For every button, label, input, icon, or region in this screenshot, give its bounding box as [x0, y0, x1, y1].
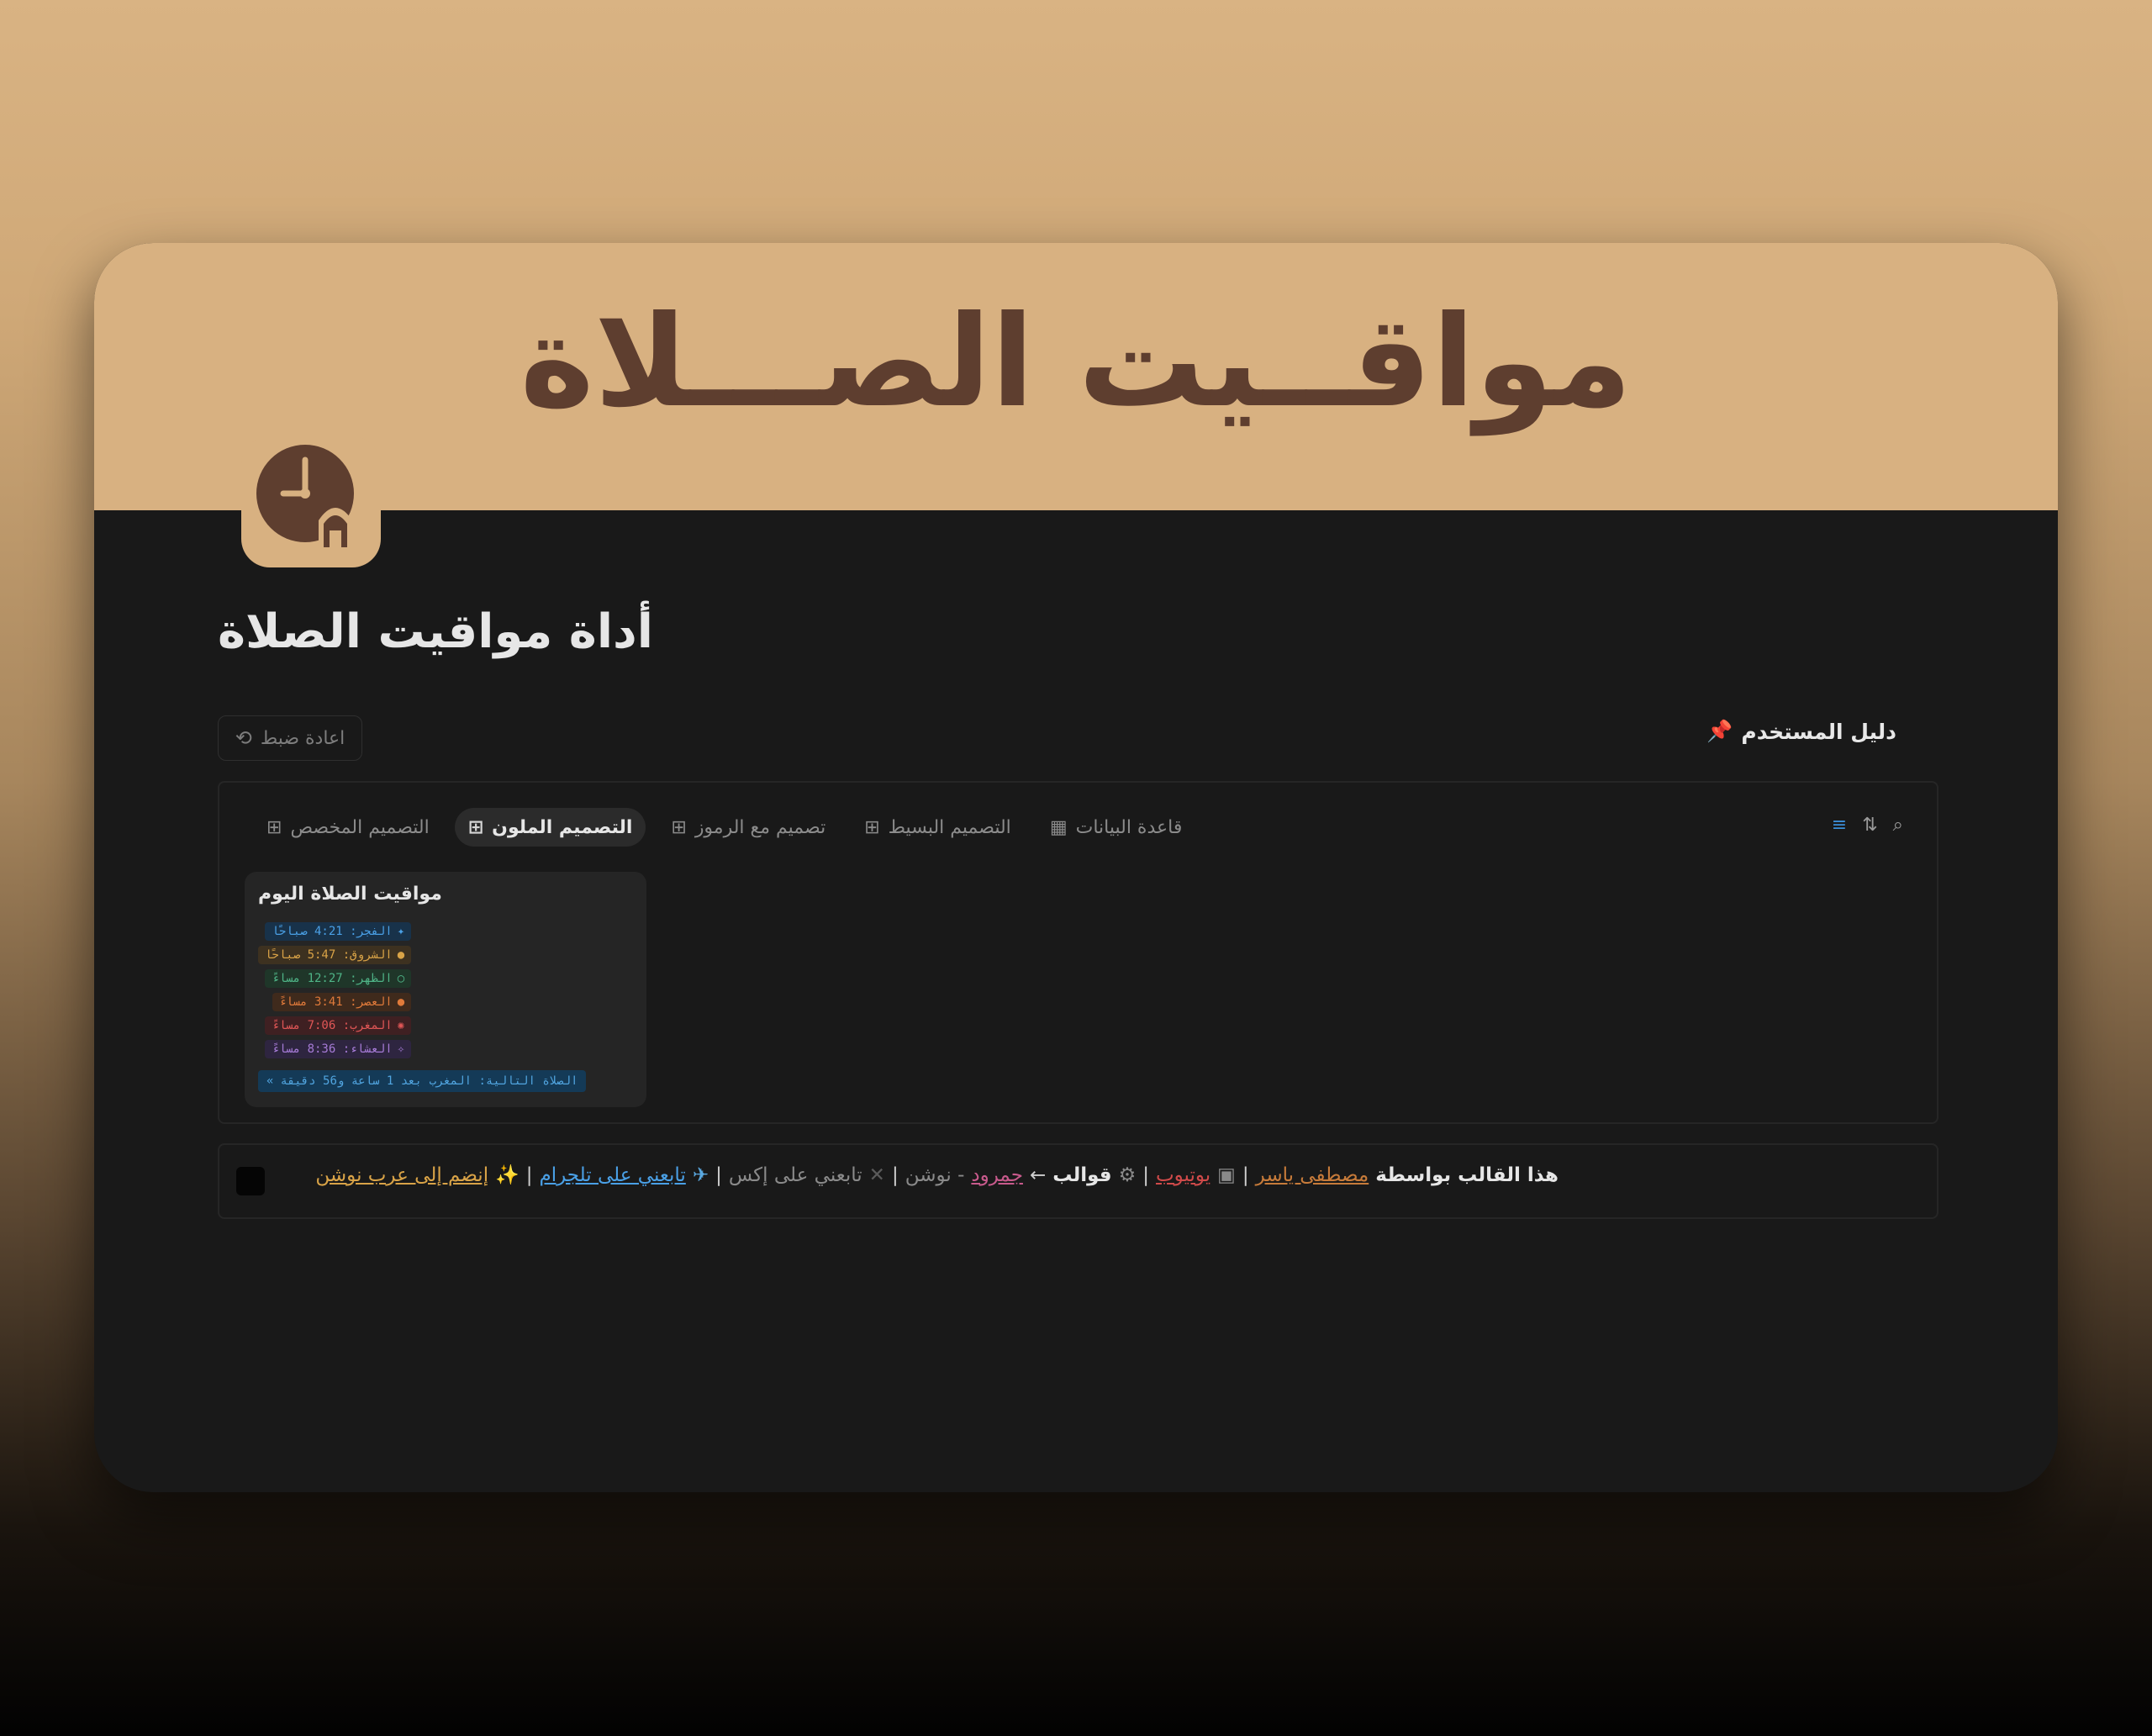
arrow-icon: ← [1029, 1163, 1047, 1186]
dot-icon: ● [397, 995, 405, 1009]
prayer-text: المغرب: 7:06 مساءً [272, 1019, 393, 1032]
grid-icon: ⊞ [467, 816, 484, 838]
tab-label: قاعدة البيانات [1075, 816, 1183, 838]
pin-icon: 📌 [1706, 719, 1733, 743]
templates-label: قوالب [1052, 1163, 1112, 1186]
prayer-isha: ✧ العشاء: 8:36 مساءً [265, 1040, 412, 1058]
prayer-text: الظهر: 12:27 مساءً [272, 972, 393, 985]
grid-icon: ⊞ [671, 816, 687, 838]
view-tabs: قاعدة البيانات ▦ التصميم البسيط ⊞ تصميم … [253, 808, 1195, 847]
cover-banner: مواقــيت الصـــلاة [94, 243, 2058, 510]
gumroad-link[interactable]: جمرود [971, 1164, 1023, 1186]
separator: | [715, 1163, 722, 1186]
tab-colored-design[interactable]: التصميم الملون ⊞ [454, 808, 646, 847]
tab-icons-design[interactable]: تصميم مع الرموز ⊞ [657, 808, 839, 847]
tab-label: التصميم المخصص [290, 816, 430, 838]
tab-label: التصميم البسيط [888, 816, 1011, 838]
search-icon[interactable]: ⌕ [1893, 815, 1903, 836]
bell-icon: » [266, 1074, 274, 1088]
separator: | [1242, 1163, 1249, 1186]
x-follow-link[interactable]: تابعني على إكس [729, 1164, 862, 1186]
database-view: قاعدة البيانات ▦ التصميم البسيط ⊞ تصميم … [218, 781, 1938, 1124]
next-prayer-badge: الصلاة التالية: المغرب بعد 1 ساعة و56 دق… [258, 1070, 587, 1092]
user-guide-link[interactable]: دليل المستخدم 📌 [1706, 719, 1896, 744]
prayer-list: ✦ الفجر: 4:21 صباحًا ● الشروق: 5:47 صباحًا… [258, 922, 412, 1063]
filter-icon[interactable]: ≡ [1832, 815, 1847, 836]
prayer-dhuhr: ○ الظهر: 12:27 مساءً [265, 969, 412, 988]
tab-custom-design[interactable]: التصميم المخصص ⊞ [253, 808, 443, 847]
credits-by: هذا القالب بواسطة [1375, 1163, 1559, 1186]
sparkle-icon: ✧ [397, 1042, 405, 1056]
prayer-text: الشروق: 5:47 صباحًا [265, 948, 393, 962]
circle-icon: ○ [397, 972, 405, 985]
telegram-icon: ✈ [692, 1163, 709, 1186]
prayer-times-card[interactable]: مواقيت الصلاة اليوم ✦ الفجر: 4:21 صباحًا … [245, 872, 646, 1107]
author-link[interactable]: مصطفى ياسر [1256, 1164, 1369, 1186]
credits-bar: هذا القالب بواسطة مصطفى ياسر | ▣ يوتيوب … [218, 1143, 1938, 1219]
grid-icon: ⊞ [864, 816, 880, 838]
clock-mosque-icon[interactable] [241, 436, 381, 567]
reset-label: اعادة ضبط [260, 727, 345, 749]
x-icon: ✕ [868, 1163, 885, 1186]
separator: | [525, 1163, 533, 1186]
gear-icon: ⚙ [1118, 1163, 1137, 1186]
youtube-icon: ▣ [1217, 1163, 1236, 1186]
telegram-link[interactable]: تابعني على تلجرام [539, 1164, 685, 1186]
tab-label: تصميم مع الرموز [694, 816, 826, 838]
prayer-fajr: ✦ الفجر: 4:21 صباحًا [265, 922, 412, 941]
prayer-maghrib: ✺ المغرب: 7:06 مساءً [265, 1016, 412, 1035]
card-title-text: مواقيت الصلاة اليوم [258, 884, 442, 905]
history-icon: ⟲ [235, 726, 252, 750]
page-title: أداة مواقيت الصلاة [218, 604, 653, 659]
prayer-sunrise: ● الشروق: 5:47 صباحًا [258, 946, 412, 964]
tab-label: التصميم الملون [492, 816, 633, 838]
card-title: مواقيت الصلاة اليوم [245, 884, 646, 905]
guide-label: دليل المستخدم [1741, 719, 1896, 744]
notion-label: - نوشن [905, 1163, 965, 1186]
separator: | [1142, 1163, 1149, 1186]
sunset-icon: ✺ [397, 1019, 405, 1032]
separator: | [891, 1163, 899, 1186]
cover-title: مواقــيت الصـــلاة [520, 289, 1632, 435]
tab-database[interactable]: قاعدة البيانات ▦ [1036, 808, 1196, 847]
table-icon: ▦ [1049, 816, 1068, 838]
join-link[interactable]: إنضم إلى عرب نوشن [315, 1164, 488, 1186]
prayer-text: الفجر: 4:21 صباحًا [272, 925, 393, 938]
view-tools: ≡ ⇅ ⌕ [1832, 815, 1903, 836]
credits-line: هذا القالب بواسطة مصطفى ياسر | ▣ يوتيوب … [315, 1163, 1559, 1187]
next-prayer-text: الصلاة التالية: المغرب بعد 1 ساعة و56 دق… [280, 1074, 578, 1088]
sparkles-icon: ✨ [495, 1164, 520, 1186]
prayer-text: العشاء: 8:36 مساءً [272, 1042, 393, 1056]
prayer-asr: ● العصر: 3:41 مساءً [272, 993, 412, 1011]
sort-icon[interactable]: ⇅ [1862, 815, 1877, 836]
sun-dot-icon: ● [397, 948, 405, 962]
page-window: مواقــيت الصـــلاة أداة مواقيت الصلاة اع… [94, 243, 2058, 1492]
tab-simple-design[interactable]: التصميم البسيط ⊞ [851, 808, 1025, 847]
star-icon: ✦ [397, 925, 405, 938]
youtube-link[interactable]: يوتيوب [1156, 1164, 1210, 1186]
prayer-text: العصر: 3:41 مساءً [278, 995, 393, 1009]
reset-button[interactable]: اعادة ضبط ⟲ [218, 715, 362, 761]
avatar [236, 1167, 265, 1195]
grid-icon: ⊞ [266, 816, 282, 838]
